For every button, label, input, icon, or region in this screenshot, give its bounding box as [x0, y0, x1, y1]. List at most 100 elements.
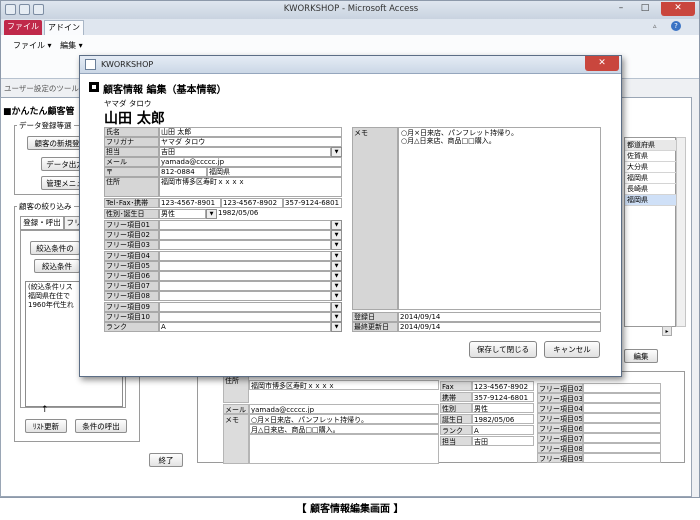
- registered-date: 2014/09/14: [398, 312, 601, 322]
- free-item-select[interactable]: [159, 291, 331, 302]
- chevron-down-icon[interactable]: ▼: [331, 250, 342, 261]
- chevron-down-icon[interactable]: ▼: [331, 301, 342, 312]
- chevron-down-icon[interactable]: ▼: [331, 240, 342, 251]
- list-update-button[interactable]: ﾘｽﾄ更新: [25, 419, 67, 433]
- fax-input[interactable]: 123-4567-8902: [221, 198, 283, 208]
- filter-condition-button-2[interactable]: 絞込条件: [34, 259, 80, 273]
- field-row-free-item: フリー項目03 ▼: [104, 240, 342, 251]
- furigana-input[interactable]: ヤマダ タロウ: [159, 137, 342, 147]
- chevron-down-icon[interactable]: ▼: [331, 260, 342, 271]
- free-item-select[interactable]: [159, 220, 331, 230]
- list-item[interactable]: 福岡県: [625, 173, 677, 184]
- free-item-select[interactable]: [159, 240, 331, 251]
- bg-free-03-value: [583, 393, 661, 403]
- cancel-button[interactable]: キャンセル: [544, 341, 600, 358]
- free-item-select[interactable]: [159, 281, 331, 292]
- field-row-free-item: フリー項目08 ▼: [104, 291, 342, 302]
- chevron-down-icon[interactable]: ▼: [331, 291, 342, 302]
- form-icon: [85, 59, 96, 70]
- bg-gender-label: 性別: [440, 403, 472, 413]
- field-row-registered: 登録日 2014/09/14: [352, 312, 601, 322]
- save-icon[interactable]: [19, 4, 30, 15]
- field-label: フリー項目10: [104, 311, 159, 322]
- chevron-down-icon[interactable]: ▼: [331, 271, 342, 281]
- name-input[interactable]: 山田 太郎: [159, 127, 342, 137]
- dialog-title-bar: KWORKSHOP ✕: [80, 56, 621, 74]
- bg-free-07-value: [583, 433, 661, 443]
- staff-select[interactable]: 吉田: [159, 147, 331, 157]
- field-label: 性別･誕生日: [104, 209, 159, 219]
- list-item[interactable]: 福岡県: [625, 195, 677, 206]
- free-item-select[interactable]: [159, 260, 331, 271]
- help-icon[interactable]: ?: [671, 21, 681, 31]
- field-row-free-item: フリー項目02 ▼: [104, 230, 342, 241]
- field-label: メール: [104, 157, 159, 167]
- new-customer-button[interactable]: 顧客の新規登: [27, 136, 87, 150]
- mobile-input[interactable]: 357-9124-6801: [283, 198, 342, 208]
- background-form-title: ■かんたん顧客管: [3, 107, 75, 117]
- undo-icon[interactable]: [33, 4, 44, 15]
- bg-fax-value: 123-4567-8902: [472, 381, 534, 391]
- scroll-right-icon[interactable]: ▸: [662, 326, 672, 336]
- tel-input[interactable]: 123-4567-8901: [159, 198, 221, 208]
- list-item[interactable]: 長崎県: [625, 184, 677, 195]
- field-label: 最終更新日: [352, 322, 398, 332]
- edit-button-partial[interactable]: 編集: [624, 349, 658, 363]
- bg-free-06-value: [583, 423, 661, 433]
- bg-free-04-value: [583, 403, 661, 413]
- prefecture-input[interactable]: 福岡県: [207, 167, 342, 177]
- ribbon-minimize-icon[interactable]: ▵: [653, 22, 657, 30]
- free-item-select[interactable]: [159, 250, 331, 261]
- birthday-input[interactable]: 1982/05/06: [217, 209, 342, 219]
- rank-select[interactable]: A: [159, 322, 331, 332]
- address-input[interactable]: 福岡市博多区寿町ｘｘｘｘ: [159, 177, 342, 197]
- free-item-select[interactable]: [159, 311, 331, 322]
- field-row-free-item: フリー項目09 ▼: [104, 301, 342, 312]
- memo-textarea[interactable]: ○月×日来店、パンフレット持帰り。 ○月△日来店、商品□□購入。: [398, 127, 601, 310]
- menu-edit[interactable]: 編集 ▾: [60, 41, 83, 50]
- tab-file[interactable]: ファイル: [4, 20, 42, 35]
- postal-code-input[interactable]: 812-0884: [159, 167, 207, 177]
- dialog-close-button[interactable]: ✕: [585, 56, 619, 71]
- list-item[interactable]: 佐賀県: [625, 151, 677, 162]
- customer-edit-dialog: KWORKSHOP ✕ 顧客情報 編集（基本情報） ヤマダ タロウ 山田 太郎 …: [79, 55, 622, 377]
- close-button[interactable]: ✕: [661, 2, 695, 16]
- bg-fax-label: Fax: [440, 381, 472, 391]
- field-row-free-item: フリー項目01 ▼: [104, 220, 342, 230]
- chevron-down-icon[interactable]: ▼: [331, 147, 342, 157]
- field-row-furigana: フリガナ ヤマダ タロウ: [104, 137, 342, 147]
- condition-call-button[interactable]: 条件の呼出: [75, 419, 127, 433]
- chevron-down-icon[interactable]: ▼: [331, 220, 342, 230]
- exit-button[interactable]: 終了: [149, 453, 183, 467]
- tab-register-call[interactable]: 登録・呼出: [20, 216, 64, 230]
- filter-condition-button-1[interactable]: 絞込条件の: [30, 241, 80, 255]
- email-input[interactable]: yamada@ccccc.jp: [159, 157, 342, 167]
- ribbon-group-label: ユーザー設定のツール: [4, 84, 79, 93]
- list-item[interactable]: 大分県: [625, 162, 677, 173]
- field-row-postal: 〒 812-0884 福岡県: [104, 167, 342, 177]
- free-item-select[interactable]: [159, 301, 331, 312]
- data-register-group-label: データ登録等選: [17, 120, 74, 131]
- chevron-down-icon[interactable]: ▼: [206, 209, 217, 219]
- minimize-button[interactable]: –: [609, 2, 633, 16]
- gender-select[interactable]: 男性: [159, 209, 206, 219]
- ribbon-tabs: ファイル アドイン ▵ ?: [1, 19, 699, 35]
- bg-free-09-label: フリー項目09: [537, 453, 583, 463]
- save-and-close-button[interactable]: 保存して閉じる: [469, 341, 537, 358]
- chevron-down-icon[interactable]: ▼: [331, 281, 342, 292]
- chevron-down-icon[interactable]: ▼: [331, 230, 342, 241]
- bg-birthday-value: 1982/05/06: [472, 414, 534, 424]
- maximize-button[interactable]: □: [633, 2, 657, 16]
- bg-free-09-value: [583, 453, 661, 463]
- chevron-down-icon[interactable]: ▼: [331, 322, 342, 332]
- prefecture-list-scrollbar[interactable]: [676, 137, 686, 327]
- tab-addin[interactable]: アドイン: [44, 20, 84, 35]
- bg-free-08-value: [583, 443, 661, 453]
- menu-file[interactable]: ファイル ▾: [13, 41, 52, 50]
- field-label: フリー項目09: [104, 301, 159, 312]
- field-label: フリガナ: [104, 137, 159, 147]
- chevron-down-icon[interactable]: ▼: [331, 311, 342, 322]
- prefecture-list[interactable]: 都道府県 佐賀県 大分県 福岡県 長崎県 福岡県: [624, 137, 677, 327]
- free-item-select[interactable]: [159, 271, 331, 281]
- free-item-select[interactable]: [159, 230, 331, 241]
